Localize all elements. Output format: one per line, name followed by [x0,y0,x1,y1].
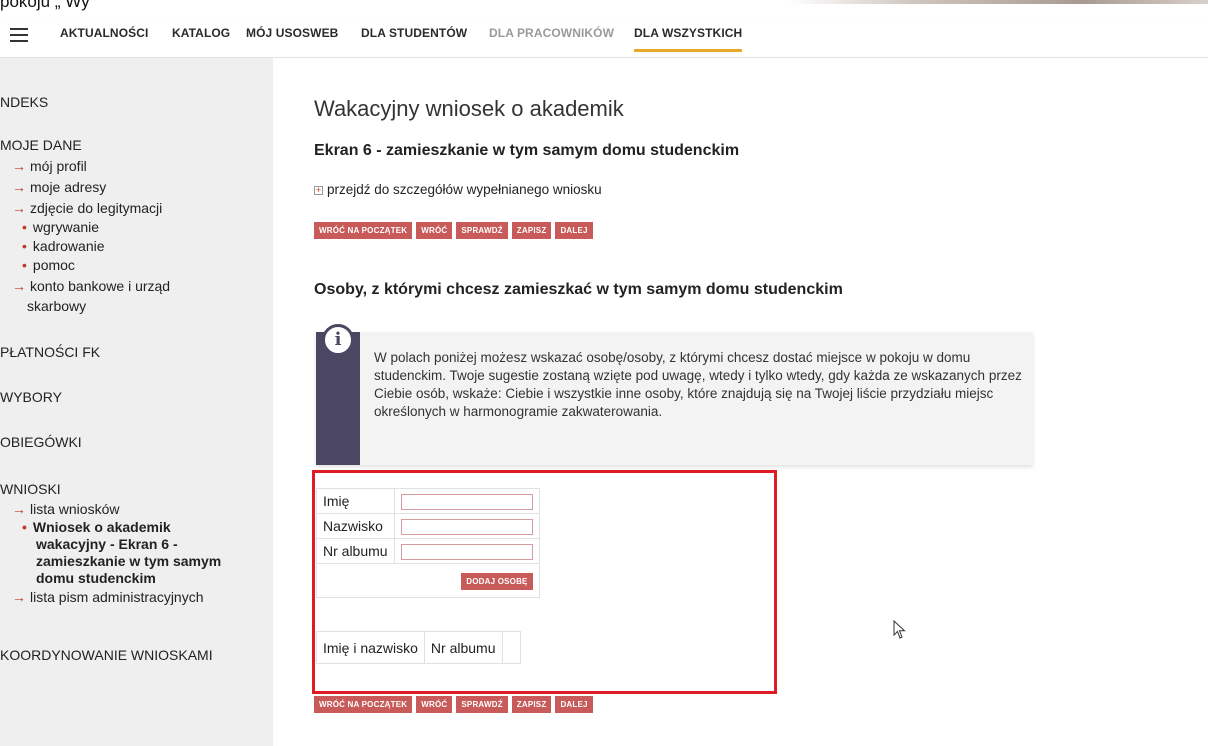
expand-plus-icon[interactable]: + [314,186,323,195]
page-subtitle: Ekran 6 - zamieszkanie w tym samym domu … [314,142,740,159]
bullet-icon: • [22,519,27,535]
button-row-top: WRÓĆ NA POCZĄTEK WRÓĆ SPRAWDŹ ZAPISZ DAL… [314,222,593,239]
sidebar-item-obiegowki[interactable]: OBIEGÓWKI [0,434,82,450]
nav-katalog[interactable]: KATALOG [172,18,230,58]
sidebar-item-pomoc[interactable]: • pomoc [22,257,75,274]
save-button[interactable]: ZAPISZ [511,222,552,239]
bullet-icon: • [22,238,27,254]
mouse-cursor-icon [893,620,906,639]
sidebar-item-wnioski[interactable]: WNIOSKI [0,481,61,497]
section-title: Osoby, z którymi chcesz zamieszkać w tym… [314,281,843,298]
arrow-icon: → [12,278,26,294]
back-to-start-button[interactable]: WRÓĆ NA POCZĄTEK [314,696,413,713]
sidebar-item-lista-pism[interactable]: → lista pism administracyjnych [12,588,204,606]
info-icon: i [322,324,354,356]
nav-moj-usosweb[interactable]: MÓJ USOSWEB [246,18,338,58]
sidebar-item-zdjecie[interactable]: → zdjęcie do legitymacji [12,199,162,217]
check-button[interactable]: SPRAWDŹ [456,222,508,239]
top-fragment: pokoju „ Wy [0,0,1208,18]
button-row-bottom: WRÓĆ NA POCZĄTEK WRÓĆ SPRAWDŹ ZAPISZ DAL… [314,696,593,713]
sidebar-item-indeks[interactable]: NDEKS [0,94,48,110]
sidebar-item-current-line3[interactable]: zamieszkanie w tym samym [36,553,221,570]
sidebar-item-label: konto bankowe i urząd [30,278,171,294]
nav-aktualnosci[interactable]: AKTUALNOŚCI [60,18,148,58]
menu-icon[interactable] [10,28,28,42]
arrow-icon: → [12,589,26,605]
sidebar-item-label: Wniosek o akademik [32,519,171,535]
sidebar-item-wgrywanie[interactable]: • wgrywanie [22,219,99,236]
sidebar-item-label: wgrywanie [32,219,100,235]
page-title: Wakacyjny wniosek o akademik [314,96,624,121]
info-text: W polach poniżej możesz wskazać osobę/os… [374,350,1022,419]
nav-dla-studentow[interactable]: DLA STUDENTÓW [361,18,467,58]
bullet-icon: • [22,219,27,235]
sidebar-item-platnosci[interactable]: PŁATNOŚCI FK [0,344,100,360]
check-button[interactable]: SPRAWDŹ [456,696,508,713]
sidebar-item-label: moje adresy [30,179,107,195]
highlight-frame [312,470,777,694]
info-box: i W polach poniżej możesz wskazać osobę/… [316,324,1033,465]
sidebar-item-label: lista pism administracyjnych [30,589,204,605]
sidebar-item-current-line4[interactable]: domu studenckim [36,570,156,587]
back-to-start-button[interactable]: WRÓĆ NA POCZĄTEK [314,222,413,239]
nav-dla-wszystkich[interactable]: DLA WSZYSTKICH [634,18,743,52]
next-button[interactable]: DALEJ [555,222,593,239]
back-button[interactable]: WRÓĆ [416,222,453,239]
sidebar: NDEKS MOJE DANE → mój profil → moje adresy… [0,58,273,746]
sidebar-item-konto[interactable]: → konto bankowe i urząd [12,277,170,295]
sidebar-item-label: kadrowanie [32,238,105,254]
sidebar-item-label: lista wniosków [30,501,120,517]
sidebar-item-koordynowanie[interactable]: KOORDYNOWANIE WNIOSKAMI [0,647,213,663]
sidebar-item-current-line2[interactable]: wakacyjny - Ekran 6 - [36,536,178,553]
top-fragment-text: pokoju „ Wy [0,0,90,11]
bullet-icon: • [22,257,27,273]
sidebar-item-moje-dane[interactable]: MOJE DANE [0,137,82,153]
nav-dla-pracownikow[interactable]: DLA PRACOWNIKÓW [489,18,614,58]
next-button[interactable]: DALEJ [555,696,593,713]
top-decorative-stripe [788,0,1208,4]
sidebar-item-current[interactable]: • Wniosek o akademik [22,519,171,536]
arrow-icon: → [12,179,26,195]
arrow-icon: → [12,158,26,174]
sidebar-item-label: mój profil [30,158,87,174]
sidebar-item-moje-adresy[interactable]: → moje adresy [12,178,106,196]
sidebar-item-kadrowanie[interactable]: • kadrowanie [22,238,105,255]
top-navigation: AKTUALNOŚCI KATALOG MÓJ USOSWEB DLA STUD… [0,18,1208,58]
sidebar-item-label: pomoc [32,257,75,273]
details-link-label: przejdź do szczegółów wypełnianego wnios… [327,182,602,197]
sidebar-item-moj-profil[interactable]: → mój profil [12,157,87,175]
details-link[interactable]: + przejdź do szczegółów wypełnianego wnio… [314,182,602,197]
arrow-icon: → [12,200,26,216]
sidebar-item-lista-wnioskow[interactable]: → lista wniosków [12,500,119,518]
sidebar-item-wybory[interactable]: WYBORY [0,389,62,405]
sidebar-item-label: zdjęcie do legitymacji [30,200,163,216]
save-button[interactable]: ZAPISZ [511,696,552,713]
sidebar-item-konto-line2[interactable]: skarbowy [27,297,86,315]
arrow-icon: → [12,501,26,517]
back-button[interactable]: WRÓĆ [416,696,453,713]
